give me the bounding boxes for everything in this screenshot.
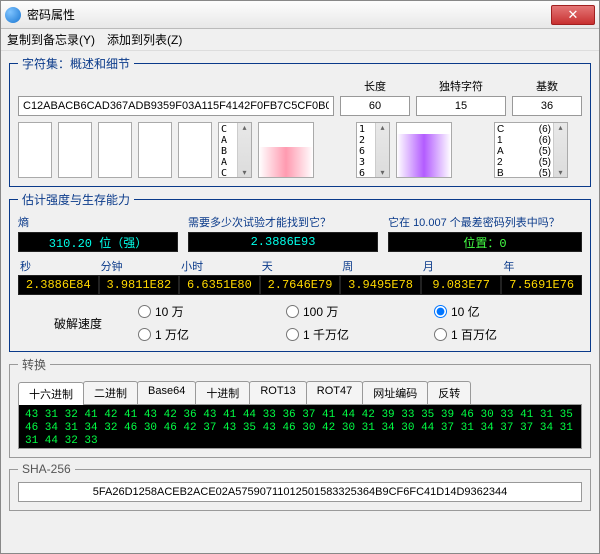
histogram-a bbox=[258, 122, 314, 178]
menu-add-list[interactable]: 添加到列表(Z) bbox=[107, 31, 182, 48]
menu-copy-memo[interactable]: 复制到备忘录(Y) bbox=[7, 31, 95, 48]
time-value-display: 2.3886E84 bbox=[18, 275, 99, 295]
titlebar: 密码属性 ✕ bbox=[1, 1, 599, 29]
speed-option[interactable]: 10 万 bbox=[138, 303, 286, 320]
speed-option[interactable]: 1 百万亿 bbox=[434, 326, 582, 343]
inlist-label: 它在 10.007 个最差密码列表中吗？ bbox=[388, 214, 582, 230]
mini-box-3 bbox=[98, 122, 132, 178]
inlist-display: 位置：0 bbox=[388, 232, 582, 252]
char-list-b[interactable]: 1 2 6 3 6 ▴▾ bbox=[356, 122, 390, 178]
scrollbar-icon[interactable]: ▴▾ bbox=[237, 123, 251, 177]
char-freq-list[interactable]: C(6)1(6)A(5)2(5)B(5) ▴▾ bbox=[494, 122, 568, 178]
mini-box-5 bbox=[178, 122, 212, 178]
strength-top-row: 熵 310.20 位（强） 需要多少次试验才能找到它？ 2.3886E93 它在… bbox=[18, 214, 582, 252]
entropy-label: 熵 bbox=[18, 214, 178, 230]
charset-legend: 字符集：概述和细节 bbox=[18, 55, 134, 72]
time-value-display: 2.7646E79 bbox=[260, 275, 341, 295]
tab-网址编码[interactable]: 网址编码 bbox=[362, 381, 428, 404]
length-field[interactable] bbox=[340, 96, 410, 116]
tab-ROT13[interactable]: ROT13 bbox=[249, 381, 306, 404]
group-sha256: SHA-256 bbox=[9, 462, 591, 511]
app-window: 密码属性 ✕ 复制到备忘录(Y) 添加到列表(Z) 字符集：概述和细节 长度 独… bbox=[0, 0, 600, 554]
speed-option[interactable]: 1 万亿 bbox=[138, 326, 286, 343]
speed-option[interactable]: 10 亿 bbox=[434, 303, 582, 320]
tab-反转[interactable]: 反转 bbox=[427, 381, 471, 404]
close-button[interactable]: ✕ bbox=[551, 5, 595, 25]
char-list-a-content: C A B A C bbox=[219, 123, 237, 177]
window-title: 密码属性 bbox=[27, 6, 551, 23]
mini-box-4 bbox=[138, 122, 172, 178]
convert-tabs: 十六进制二进制Base64十进制ROT13ROT47网址编码反转 bbox=[18, 381, 582, 405]
charset-row1: 长度 独特字符 基数 bbox=[18, 78, 582, 116]
group-charset: 字符集：概述和细节 长度 独特字符 基数 bbox=[9, 55, 591, 187]
tab-十进制[interactable]: 十进制 bbox=[195, 381, 250, 404]
tab-Base64[interactable]: Base64 bbox=[137, 381, 196, 404]
group-convert: 转换 十六进制二进制Base64十进制ROT13ROT47网址编码反转 43 3… bbox=[9, 356, 591, 458]
time-header: 天 bbox=[260, 256, 341, 275]
unique-field[interactable] bbox=[416, 96, 506, 116]
group-strength: 估计强度与生存能力 熵 310.20 位（强） 需要多少次试验才能找到它？ 2.… bbox=[9, 191, 591, 352]
length-label: 长度 bbox=[340, 78, 410, 94]
time-value-display: 3.9495E78 bbox=[340, 275, 421, 295]
char-freq-list-content: C(6)1(6)A(5)2(5)B(5) bbox=[495, 123, 553, 177]
sha-legend: SHA-256 bbox=[18, 462, 75, 476]
tab-ROT47[interactable]: ROT47 bbox=[306, 381, 363, 404]
char-list-a[interactable]: C A B A C ▴▾ bbox=[218, 122, 252, 178]
time-header: 周 bbox=[340, 256, 421, 275]
app-icon bbox=[5, 7, 21, 23]
charset-value-input[interactable] bbox=[18, 96, 334, 116]
entropy-display: 310.20 位（强） bbox=[18, 232, 178, 252]
strength-legend: 估计强度与生存能力 bbox=[18, 191, 134, 208]
mini-box-2 bbox=[58, 122, 92, 178]
menubar: 复制到备忘录(Y) 添加到列表(Z) bbox=[1, 29, 599, 51]
speed-row: 破解速度 10 万100 万10 亿 1 万亿1 千万亿1 百万亿 bbox=[18, 303, 582, 343]
time-value-display: 3.9811E82 bbox=[99, 275, 180, 295]
sha256-field[interactable] bbox=[18, 482, 582, 502]
time-grid: 秒分钟小时天周月年 2.3886E843.9811E826.6351E802.76… bbox=[18, 256, 582, 295]
time-header: 年 bbox=[501, 256, 582, 275]
time-value-display: 7.5691E76 bbox=[501, 275, 582, 295]
base-label: 基数 bbox=[512, 78, 582, 94]
content-area: 字符集：概述和细节 长度 独特字符 基数 bbox=[1, 51, 599, 553]
convert-output[interactable]: 43 31 32 41 42 41 43 42 36 43 41 44 33 3… bbox=[18, 405, 582, 449]
time-header: 小时 bbox=[179, 256, 260, 275]
time-value-display: 6.6351E80 bbox=[179, 275, 260, 295]
time-header: 月 bbox=[421, 256, 502, 275]
time-value-display: 9.083E77 bbox=[421, 275, 502, 295]
unique-label: 独特字符 bbox=[416, 78, 506, 94]
scrollbar-icon[interactable]: ▴▾ bbox=[375, 123, 389, 177]
trials-display: 2.3886E93 bbox=[188, 232, 378, 252]
char-list-b-content: 1 2 6 3 6 bbox=[357, 123, 375, 177]
time-header: 分钟 bbox=[99, 256, 180, 275]
tab-十六进制[interactable]: 十六进制 bbox=[18, 382, 84, 405]
speed-option[interactable]: 1 千万亿 bbox=[286, 326, 434, 343]
convert-legend: 转换 bbox=[18, 356, 50, 373]
histogram-b bbox=[396, 122, 452, 178]
base-field[interactable] bbox=[512, 96, 582, 116]
mini-box-1 bbox=[18, 122, 52, 178]
time-header: 秒 bbox=[18, 256, 99, 275]
trials-label: 需要多少次试验才能找到它？ bbox=[188, 214, 378, 230]
scrollbar-icon[interactable]: ▴▾ bbox=[553, 123, 567, 177]
speed-label: 破解速度 bbox=[18, 315, 138, 332]
charset-row2: C A B A C ▴▾ 1 2 6 3 6 ▴▾ C(6)1(6)A(5)2(… bbox=[18, 122, 582, 178]
tab-二进制[interactable]: 二进制 bbox=[83, 381, 138, 404]
speed-options: 10 万100 万10 亿 1 万亿1 千万亿1 百万亿 bbox=[138, 303, 582, 343]
speed-option[interactable]: 100 万 bbox=[286, 303, 434, 320]
